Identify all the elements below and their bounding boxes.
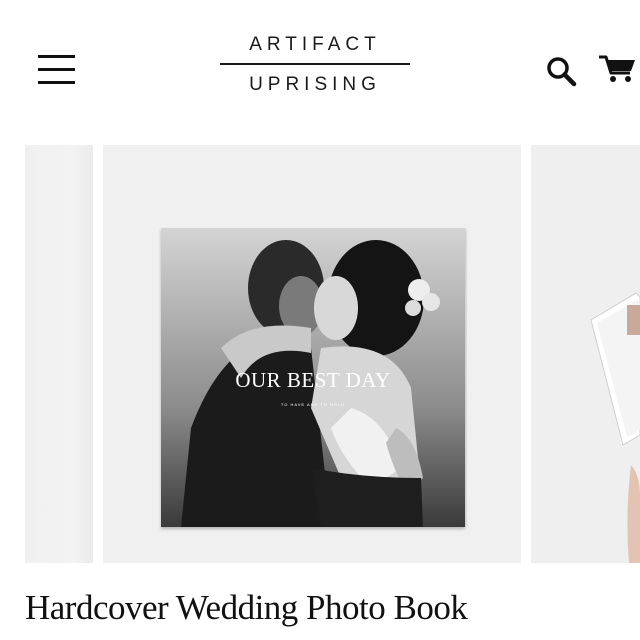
logo-line-2: UPRISING — [249, 74, 381, 95]
logo-line-1: ARTIFACT — [249, 34, 381, 55]
menu-bar — [38, 81, 75, 84]
open-book-preview — [590, 292, 640, 563]
product-image-carousel[interactable]: OUR BEST DAY TO HAVE AND TO HOLD — [0, 145, 640, 563]
search-icon[interactable] — [546, 56, 578, 88]
carousel-slide-current[interactable]: OUR BEST DAY TO HAVE AND TO HOLD — [103, 145, 521, 563]
carousel-slide-next[interactable] — [531, 145, 640, 563]
book-cover-title: OUR BEST DAY — [235, 368, 391, 392]
site-logo[interactable]: ARTIFACT UPRISING — [220, 34, 410, 96]
carousel-slide-previous[interactable] — [25, 145, 93, 563]
hamburger-menu-icon[interactable] — [38, 55, 75, 85]
cart-icon[interactable] — [598, 52, 636, 84]
product-title: Hardcover Wedding Photo Book — [25, 588, 468, 627]
book-cover-subtitle: TO HAVE AND TO HOLD — [280, 402, 346, 407]
menu-bar — [38, 68, 75, 71]
logo-divider — [220, 63, 410, 65]
menu-bar — [38, 55, 75, 58]
photo-book-cover: OUR BEST DAY TO HAVE AND TO HOLD — [161, 228, 465, 527]
